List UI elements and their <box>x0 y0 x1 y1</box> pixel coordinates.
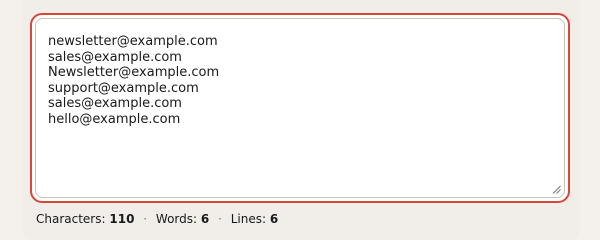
textarea-input-area[interactable]: newsletter@example.com sales@example.com… <box>35 18 565 198</box>
email-line: Newsletter@example.com <box>48 65 220 80</box>
words-label: Words: <box>155 212 198 226</box>
email-line: support@example.com <box>48 80 199 96</box>
email-list: newsletter@example.com sales@example.com… <box>48 34 219 127</box>
lines-label: Lines: <box>230 212 267 226</box>
characters-label: Characters: <box>36 212 106 226</box>
stats-separator: · <box>218 212 222 226</box>
email-line: sales@example.com <box>48 96 182 111</box>
resize-handle-icon[interactable] <box>552 185 561 194</box>
text-stats: Characters: 110 · Words: 6 · Lines: 6 <box>36 212 278 226</box>
lines-count: 6 <box>269 212 279 226</box>
characters-count: 110 <box>109 212 135 226</box>
email-line: newsletter@example.com <box>48 34 218 49</box>
words-count: 6 <box>200 212 210 226</box>
stats-separator: · <box>143 212 148 226</box>
email-line: sales@example.com <box>48 49 182 65</box>
email-line: hello@example.com <box>48 111 181 127</box>
email-textarea[interactable]: newsletter@example.com sales@example.com… <box>30 13 570 203</box>
